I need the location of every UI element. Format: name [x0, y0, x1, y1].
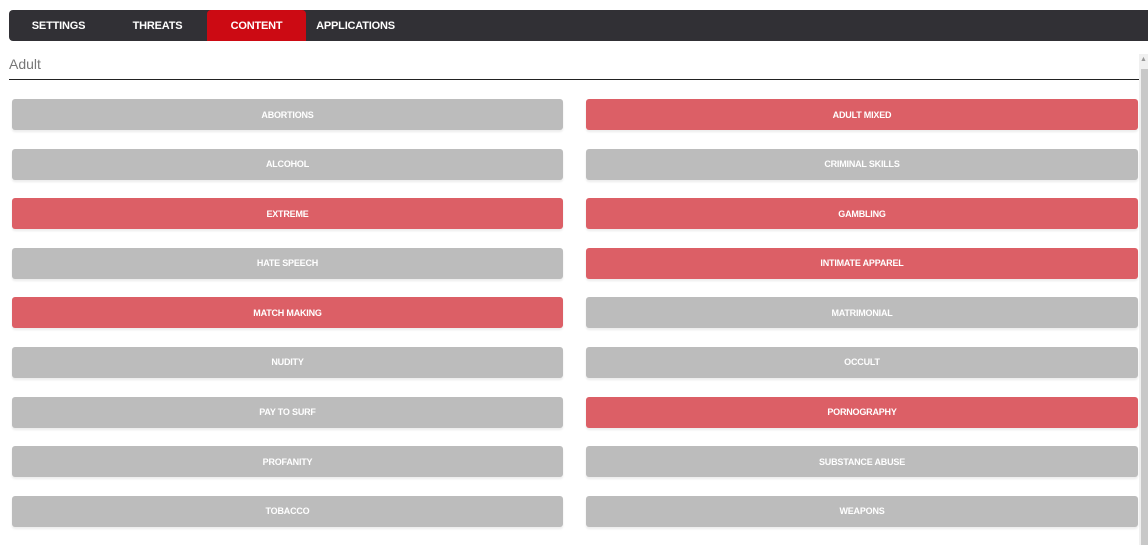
category-toggle-matrimonial[interactable]: MATRIMONIAL: [586, 297, 1138, 329]
category-toggle-hate-speech[interactable]: HATE SPEECH: [12, 247, 563, 279]
tab-bar: SETTINGS THREATS CONTENT APPLICATIONS: [9, 10, 1148, 41]
category-toggle-tobacco[interactable]: TOBACCO: [12, 495, 563, 527]
category-toggle-abortions[interactable]: ABORTIONS: [12, 99, 563, 130]
section-title: Adult: [9, 56, 41, 72]
category-toggle-extreme[interactable]: EXTREME: [12, 198, 563, 230]
category-toggle-alcohol[interactable]: ALCOHOL: [12, 148, 563, 180]
category-toggle-pornography[interactable]: PORNOGRAPHY: [586, 396, 1138, 428]
scrollbar[interactable]: ▲: [1139, 54, 1148, 545]
category-toggle-weapons[interactable]: WEAPONS: [586, 495, 1138, 527]
category-toggle-match-making[interactable]: MATCH MAKING: [12, 297, 563, 329]
category-grid: ABORTIONS ADULT MIXED ALCOHOL CRIMINAL SKIL…: [12, 99, 1138, 527]
tab-content[interactable]: CONTENT: [207, 10, 306, 41]
tab-applications[interactable]: APPLICATIONS: [306, 10, 405, 41]
category-toggle-pay-to-surf[interactable]: PAY TO SURF: [12, 396, 563, 428]
category-toggle-substance-abuse[interactable]: SUBSTANCE ABUSE: [586, 446, 1138, 478]
scrollbar-thumb[interactable]: [1141, 69, 1148, 545]
tab-threats[interactable]: THREATS: [108, 10, 207, 41]
category-toggle-profanity[interactable]: PROFANITY: [12, 446, 563, 478]
category-toggle-adult-mixed[interactable]: ADULT MIXED: [586, 99, 1138, 130]
scroll-up-arrow-icon[interactable]: ▲: [1139, 54, 1148, 66]
category-toggle-criminal-skills[interactable]: CRIMINAL SKILLS: [586, 148, 1138, 180]
category-toggle-occult[interactable]: OCCULT: [586, 346, 1138, 378]
section-divider: [9, 79, 1139, 80]
category-toggle-intimate-apparel[interactable]: INTIMATE APPAREL: [586, 247, 1138, 279]
category-toggle-nudity[interactable]: NUDITY: [12, 346, 563, 378]
category-toggle-gambling[interactable]: GAMBLING: [586, 198, 1138, 230]
tab-settings[interactable]: SETTINGS: [9, 10, 108, 41]
